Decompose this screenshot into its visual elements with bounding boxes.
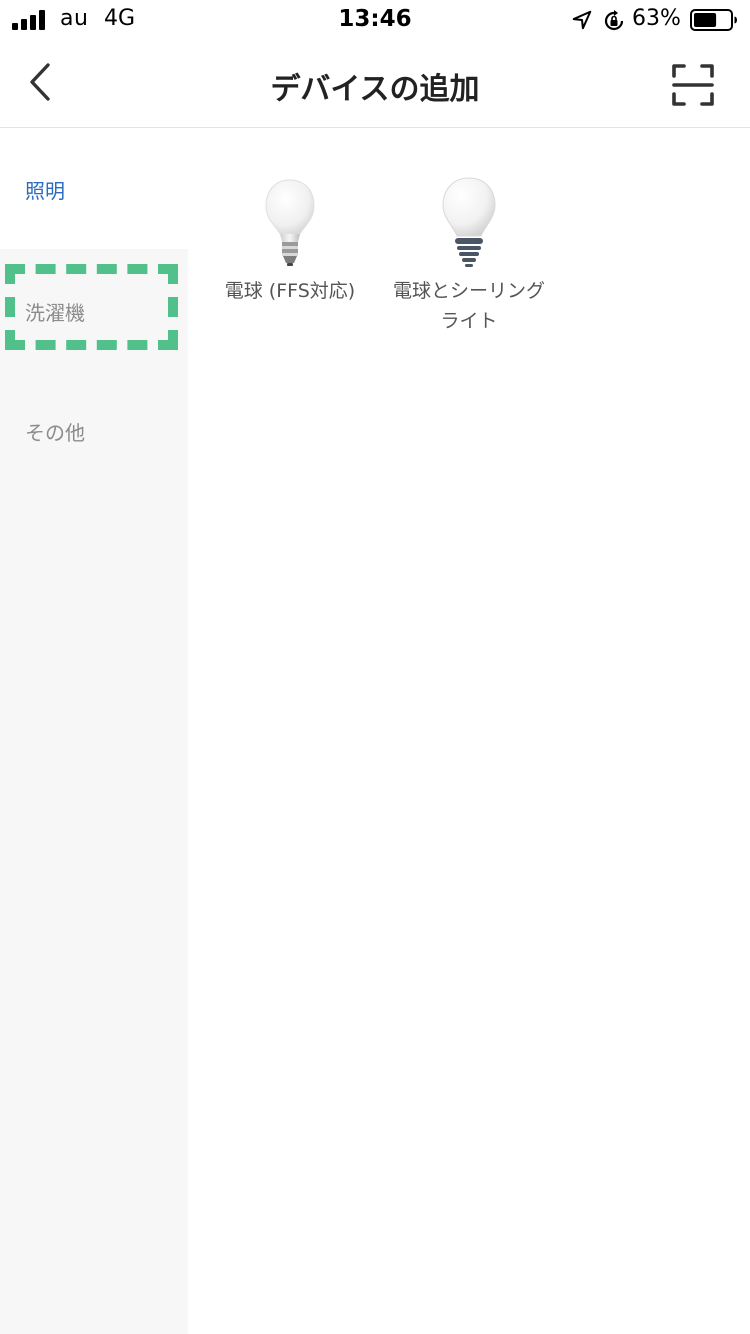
nav-bar: デバイスの追加 <box>0 40 750 128</box>
device-item-bulb-ceiling-light[interactable]: 電球とシーリングライト <box>384 176 554 336</box>
sidebar-item-label: 洗濯機 <box>25 301 85 325</box>
sidebar-item-lighting[interactable]: 照明 <box>0 129 188 249</box>
sidebar-item-label: その他 <box>25 421 85 445</box>
battery-icon <box>690 9 737 31</box>
page-title: デバイスの追加 <box>270 72 480 107</box>
status-bar: au 4G 13:46 63% <box>0 0 750 40</box>
led-bulb-icon <box>265 179 315 266</box>
device-label: 電球とシーリングライト <box>392 280 545 332</box>
back-button[interactable] <box>18 60 62 104</box>
location-icon <box>572 10 592 30</box>
scan-icon[interactable] <box>670 62 716 108</box>
category-sidebar: 照明 洗濯機 その他 <box>0 129 188 1334</box>
sidebar-item-label: 照明 <box>25 179 65 203</box>
carrier-name: au <box>60 6 89 31</box>
sidebar-item-other[interactable]: その他 <box>0 369 188 489</box>
rotation-lock-icon <box>604 10 624 31</box>
device-item-ffs-bulb[interactable]: 電球 (FFS対応) <box>205 176 375 306</box>
signal-icon <box>12 10 48 30</box>
device-label: 電球 (FFS対応) <box>224 280 356 302</box>
network-type: 4G <box>104 6 136 31</box>
battery-percent: 63% <box>632 6 681 31</box>
status-time: 13:46 <box>338 6 412 32</box>
sidebar-item-washing-machine[interactable]: 洗濯機 <box>0 249 188 369</box>
classic-bulb-icon <box>442 177 496 267</box>
chevron-left-icon <box>30 63 50 101</box>
